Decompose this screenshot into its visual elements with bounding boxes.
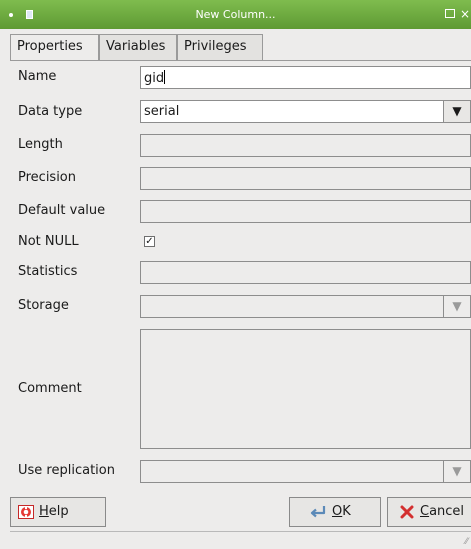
tab-variables[interactable]: Variables bbox=[99, 34, 177, 60]
data-type-select[interactable]: serial ▼ bbox=[140, 100, 471, 123]
data-type-label: Data type bbox=[18, 104, 83, 119]
cancel-button[interactable]: Cancel bbox=[387, 497, 471, 527]
not-null-label: Not NULL bbox=[18, 234, 79, 249]
statistics-input[interactable] bbox=[140, 261, 471, 284]
use-replication-select[interactable]: ▼ bbox=[140, 460, 471, 483]
close-icon[interactable]: × bbox=[460, 7, 470, 21]
precision-label: Precision bbox=[18, 170, 77, 185]
default-value-input[interactable] bbox=[140, 200, 471, 223]
tab-divider bbox=[10, 60, 471, 61]
chevron-down-icon[interactable]: ▼ bbox=[443, 101, 470, 122]
lifebuoy-icon bbox=[18, 505, 34, 519]
name-label: Name bbox=[18, 69, 57, 84]
precision-input[interactable] bbox=[140, 167, 471, 190]
not-null-checkbox[interactable]: ✓ bbox=[144, 236, 155, 247]
title-bar: New Column... × bbox=[0, 0, 471, 29]
name-input[interactable]: gid bbox=[140, 66, 471, 89]
length-input[interactable] bbox=[140, 134, 471, 157]
tab-privileges[interactable]: Privileges bbox=[177, 34, 263, 60]
return-arrow-icon bbox=[310, 506, 326, 518]
properties-panel: Properties Variables Privileges Name gid… bbox=[10, 29, 471, 497]
maximize-icon[interactable] bbox=[445, 9, 455, 18]
help-button[interactable]: Help bbox=[10, 497, 106, 527]
chevron-down-icon[interactable]: ▼ bbox=[443, 296, 470, 317]
chevron-down-icon[interactable]: ▼ bbox=[443, 461, 470, 482]
storage-label: Storage bbox=[18, 298, 69, 313]
storage-select[interactable]: ▼ bbox=[140, 295, 471, 318]
status-bar: ⁄⁄ bbox=[10, 531, 471, 549]
comment-label: Comment bbox=[18, 381, 82, 396]
tab-properties[interactable]: Properties bbox=[10, 34, 99, 61]
ok-button[interactable]: OK bbox=[289, 497, 381, 527]
resize-grip-icon[interactable]: ⁄⁄ bbox=[465, 537, 468, 547]
name-value: gid bbox=[144, 70, 166, 86]
statistics-label: Statistics bbox=[18, 264, 78, 279]
use-replication-label: Use replication bbox=[18, 463, 115, 478]
help-label: Help bbox=[39, 504, 69, 519]
data-type-value: serial bbox=[144, 104, 180, 119]
window-title: New Column... bbox=[195, 8, 276, 21]
ok-label: OK bbox=[332, 504, 351, 519]
comment-textarea[interactable] bbox=[140, 329, 471, 449]
red-x-icon bbox=[400, 505, 414, 519]
length-label: Length bbox=[18, 137, 63, 152]
cancel-label: Cancel bbox=[420, 504, 465, 519]
default-value-label: Default value bbox=[18, 203, 106, 218]
button-bar: Help OK Cancel bbox=[10, 497, 471, 531]
